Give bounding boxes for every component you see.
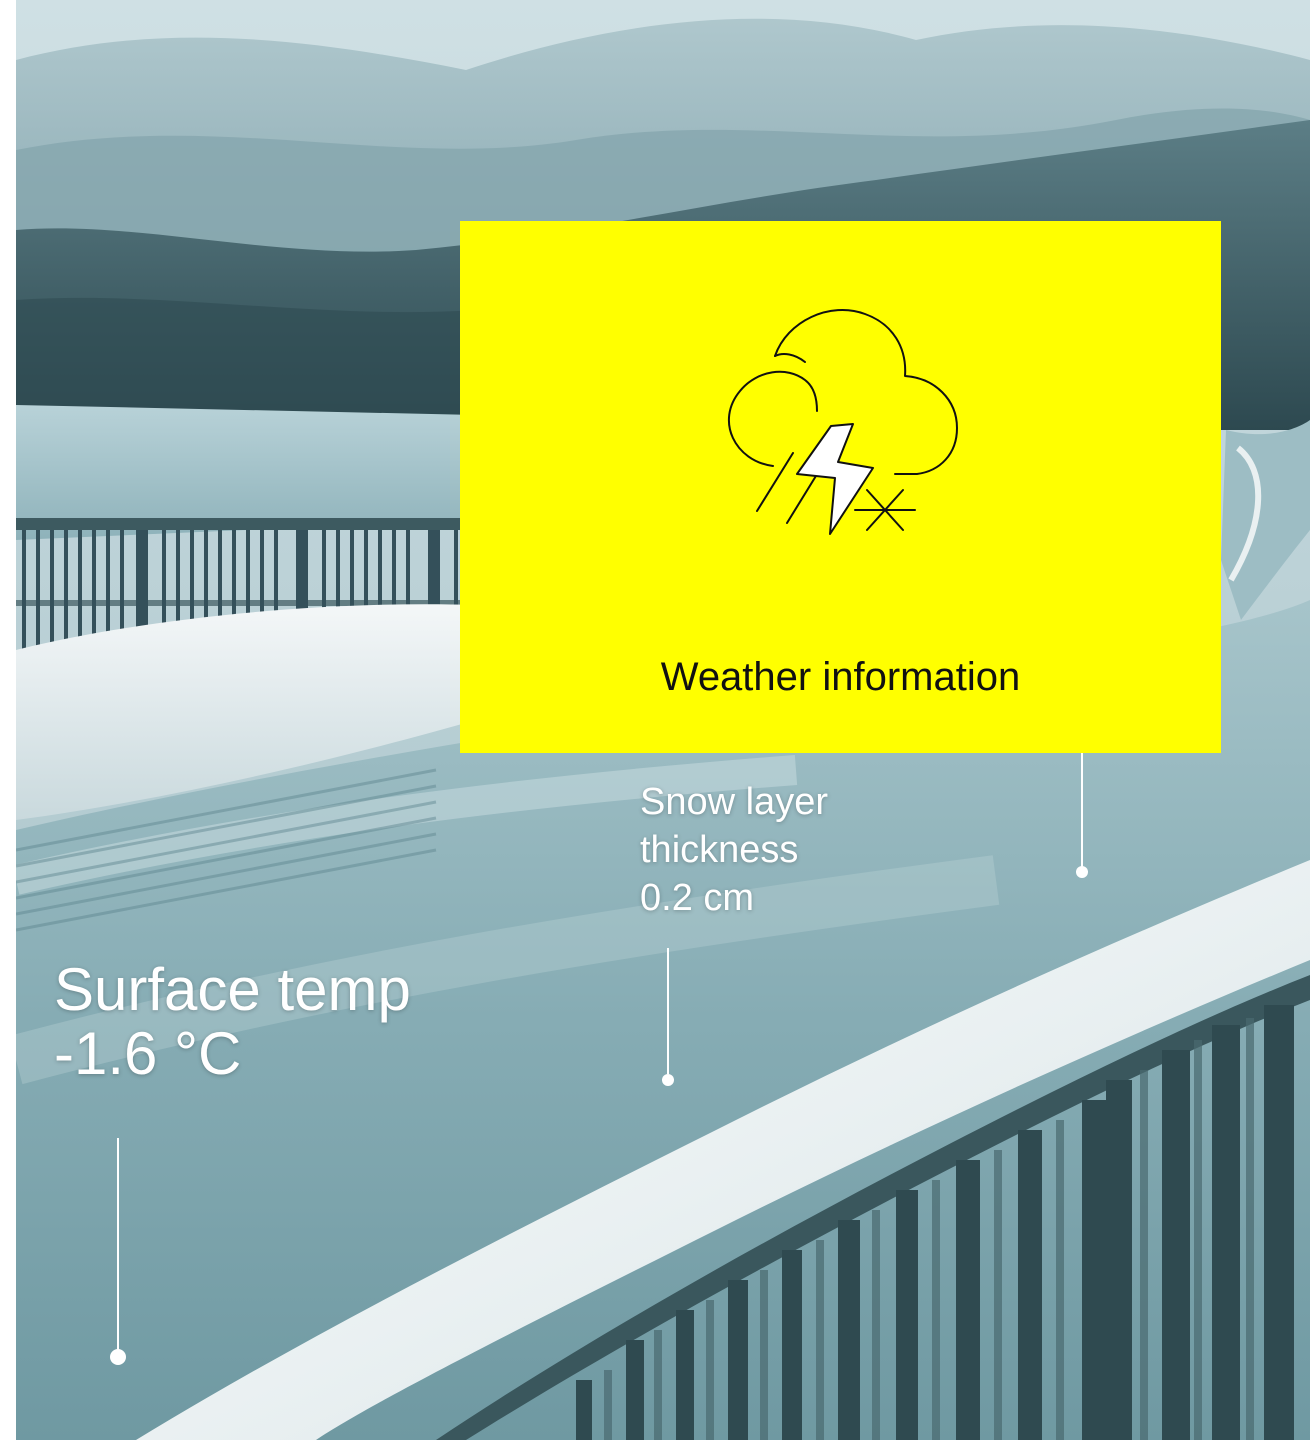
snow-layer-value: 0.2 cm [640,877,755,919]
weather-information-title: Weather information [660,655,1021,699]
snow-layer-label: Snow layer thickness 0.2 cm [640,778,828,922]
surface-temp-pointer-line [117,1138,119,1356]
snow-layer-pointer-line [667,948,669,1074]
snow-layer-pointer-dot [662,1074,674,1086]
surface-temp-label: Surface temp -1.6 °C [54,958,411,1086]
surface-temp-title: Surface temp [54,956,411,1023]
weather-information-card[interactable]: Weather information [460,221,1221,753]
snow-layer-title-line2: thickness [640,829,799,871]
road-sensor-pointer-line [1081,753,1083,871]
surface-temp-pointer-dot [110,1349,126,1365]
road-sensor-pointer-dot [1076,866,1088,878]
cloud-lightning-rain-snow-icon [728,309,958,535]
surface-temp-value: -1.6 °C [54,1020,242,1087]
snow-layer-title-line1: Snow layer [640,781,828,823]
